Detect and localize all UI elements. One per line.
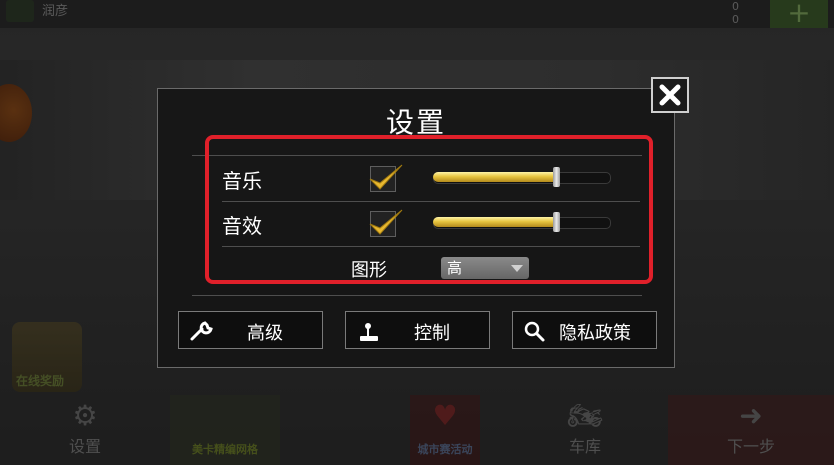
privacy-policy-button-label: 隐私政策 xyxy=(559,323,631,344)
close-button[interactable] xyxy=(651,77,689,113)
divider-bottom xyxy=(192,295,642,296)
magnifier-icon xyxy=(524,321,545,342)
close-icon xyxy=(659,84,681,106)
highlight-box xyxy=(205,135,653,284)
controls-button-label: 控制 xyxy=(414,323,450,344)
joystick-icon xyxy=(360,323,378,341)
privacy-policy-button[interactable]: 隐私政策 xyxy=(512,311,657,349)
advanced-button-label: 高级 xyxy=(247,323,283,344)
advanced-button[interactable]: 高级 xyxy=(178,311,323,349)
wrench-icon xyxy=(190,321,213,341)
controls-button[interactable]: 控制 xyxy=(345,311,490,349)
